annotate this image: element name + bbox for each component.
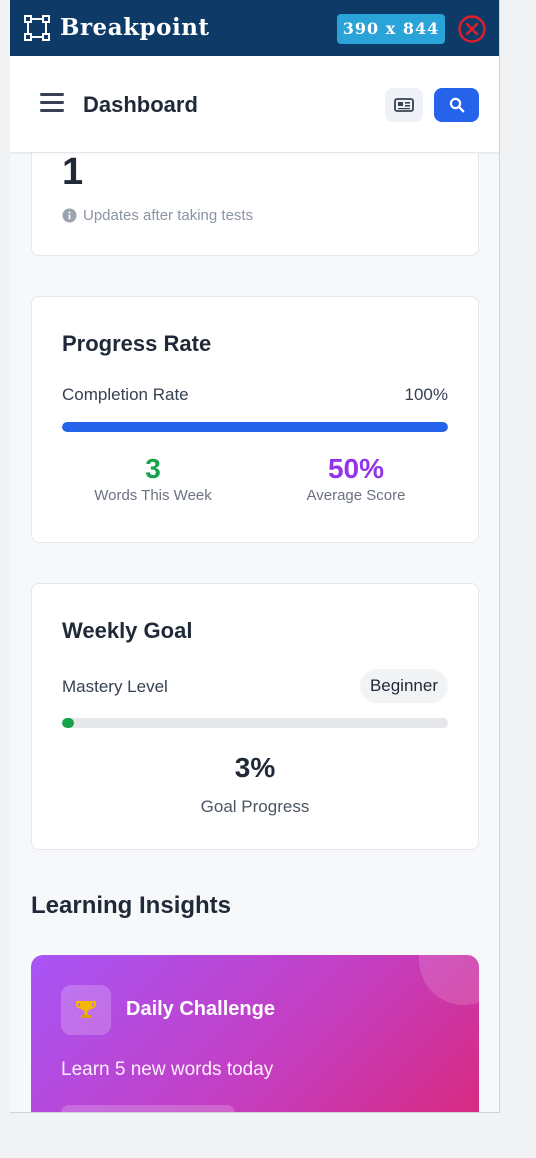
search-button[interactable] [434, 88, 479, 122]
page-title: Dashboard [83, 92, 198, 117]
id-card-icon [394, 98, 414, 112]
completion-progress-fill [62, 422, 448, 432]
mastery-level-badge: Beginner [359, 669, 448, 703]
average-score-value: 50% [327, 453, 385, 484]
page-content: 1 Updates after taking tests Progress Ra… [10, 0, 499, 1112]
progress-rate-card: Progress Rate Completion Rate 100% 3 Wor… [31, 296, 479, 543]
viewport-size-badge[interactable]: 390 x 844 [337, 14, 445, 44]
mastery-level-label: Mastery Level [62, 677, 168, 696]
stat-hint-text: Updates after taking tests [83, 207, 254, 224]
completion-rate-label: Completion Rate [62, 385, 189, 404]
weekly-goal-title: Weekly Goal [62, 618, 193, 643]
trophy-icon [76, 1001, 96, 1018]
words-this-week-label: Words This Week [94, 487, 212, 504]
search-icon [449, 97, 464, 113]
challenge-icon-box [61, 985, 111, 1035]
daily-challenge-text: Learn 5 new words today [61, 1059, 274, 1080]
goal-progress-label: Goal Progress [200, 797, 310, 816]
average-score-label: Average Score [306, 487, 406, 504]
id-card-button[interactable] [385, 88, 423, 122]
bounding-box-icon [24, 15, 50, 41]
daily-challenge-button[interactable] [61, 1105, 235, 1112]
words-this-week-stat: 3 Words This Week [63, 453, 243, 504]
weekly-goal-card: Weekly Goal Mastery Level Beginner 3% Go… [31, 583, 479, 850]
goal-progress-bar [62, 718, 448, 728]
learning-insights-title: Learning Insights [31, 892, 232, 919]
daily-challenge-title: Daily Challenge [126, 998, 275, 1020]
browser-viewport: 1 Updates after taking tests Progress Ra… [10, 0, 500, 1113]
close-circle-icon[interactable] [457, 14, 487, 44]
info-icon [62, 208, 77, 223]
words-this-week-value: 3 [145, 453, 161, 484]
hamburger-icon[interactable] [40, 93, 64, 113]
goal-progress-value: 3% [234, 752, 276, 783]
goal-progress-fill [62, 718, 74, 728]
breakpoint-toolbar: Breakpoint 390 x 844 [10, 0, 499, 56]
decorative-circle [419, 955, 479, 1005]
breakpoint-title: Breakpoint [60, 14, 210, 41]
completion-rate-value: 100% [404, 385, 448, 404]
daily-challenge-card[interactable]: Daily Challenge Learn 5 new words today [31, 955, 479, 1112]
average-score-stat: 50% Average Score [266, 453, 446, 504]
progress-rate-title: Progress Rate [62, 331, 212, 356]
stat-hint: Updates after taking tests [62, 207, 253, 224]
app-header: Dashboard [10, 56, 499, 153]
completion-progress-bar [62, 422, 448, 432]
stat-value: 1 [62, 151, 84, 193]
